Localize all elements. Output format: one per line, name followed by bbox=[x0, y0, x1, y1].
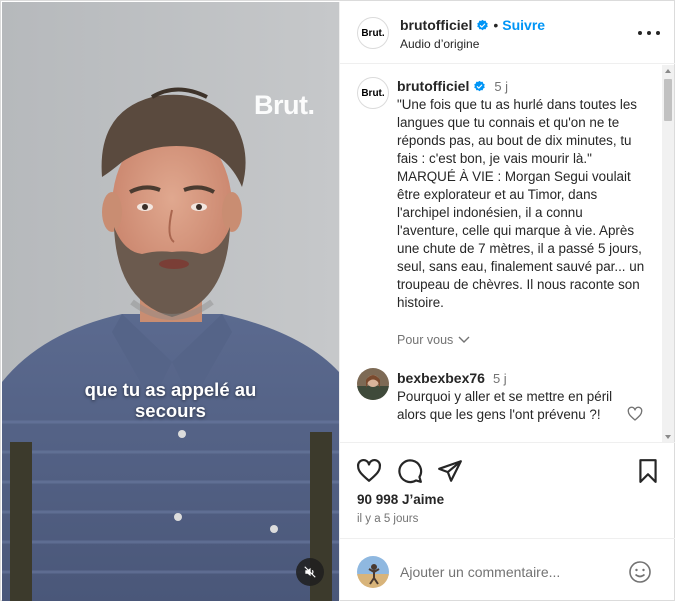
post-timestamp[interactable]: il y a 5 jours bbox=[357, 513, 418, 525]
mute-button[interactable] bbox=[296, 558, 324, 586]
speaker-muted-icon bbox=[304, 566, 316, 578]
subtitle-line-1: que tu as appelé au bbox=[84, 379, 257, 400]
caption-avatar[interactable]: Brut. bbox=[357, 77, 389, 109]
caption-time[interactable]: 5 j bbox=[494, 79, 508, 94]
brut-watermark: Brut. bbox=[254, 90, 315, 120]
caption-text: "Une fois que tu as hurlé dans toutes le… bbox=[397, 97, 648, 310]
author-username[interactable]: brutofficiel bbox=[400, 17, 472, 33]
verified-badge-icon bbox=[477, 19, 489, 30]
video-player[interactable]: Brut. que tu as appelé au secours bbox=[2, 2, 339, 601]
scroll-down-arrow-icon[interactable] bbox=[665, 435, 671, 439]
scroll-up-arrow-icon[interactable] bbox=[665, 69, 671, 73]
post-header: Brut. brutofficiel • Suivre Audio d’orig… bbox=[340, 2, 675, 64]
current-user-avatar bbox=[357, 556, 389, 588]
separator-dot: • bbox=[493, 17, 499, 33]
author-line: brutofficiel • Suivre bbox=[400, 17, 545, 33]
post-modal: Brut. que tu as appelé au secours Brut. … bbox=[0, 0, 675, 601]
comment-text: Pourquoi y aller et se mettre en péril a… bbox=[397, 389, 613, 422]
chevron-down-icon bbox=[458, 336, 470, 343]
comment-author-line: bexbexbex76 5 j bbox=[397, 370, 507, 386]
add-comment-bar bbox=[340, 538, 675, 601]
original-audio-link[interactable]: Audio d’origine bbox=[400, 37, 479, 51]
more-horizontal-icon[interactable] bbox=[638, 24, 660, 42]
caption-username[interactable]: brutofficiel bbox=[397, 78, 469, 94]
author-avatar[interactable]: Brut. bbox=[357, 17, 389, 49]
commenter-username[interactable]: bexbexbex76 bbox=[397, 370, 485, 386]
comment-input[interactable] bbox=[400, 561, 620, 583]
follow-button[interactable]: Suivre bbox=[502, 17, 545, 33]
subtitle-line-2: secours bbox=[135, 400, 206, 421]
commenter-avatar[interactable] bbox=[357, 368, 389, 400]
like-count[interactable]: 90 998 J’aime bbox=[357, 492, 444, 507]
post-details: Brut. brutofficiel • Suivre Audio d’orig… bbox=[339, 2, 675, 601]
scroll-thumb[interactable] bbox=[664, 79, 672, 121]
verified-badge-icon bbox=[474, 80, 486, 91]
comments-scrollbar[interactable] bbox=[662, 65, 674, 442]
comment-time[interactable]: 5 j bbox=[493, 371, 507, 386]
caption-author-line: brutofficiel 5 j bbox=[397, 78, 508, 94]
share-icon[interactable] bbox=[437, 458, 463, 484]
action-bar bbox=[340, 444, 675, 496]
comment-icon[interactable] bbox=[397, 458, 423, 484]
emoji-icon[interactable] bbox=[628, 560, 652, 584]
comments-section[interactable]: Brut. brutofficiel 5 j "Une fois que tu … bbox=[340, 65, 675, 443]
pour-vous-link[interactable]: Pour vous bbox=[397, 333, 470, 347]
pour-vous-label: Pour vous bbox=[397, 333, 454, 347]
heart-icon[interactable] bbox=[356, 458, 382, 484]
comment-like-heart-icon[interactable] bbox=[627, 406, 643, 422]
bookmark-icon[interactable] bbox=[635, 458, 661, 484]
video-subtitle: que tu as appelé au secours bbox=[2, 379, 339, 421]
